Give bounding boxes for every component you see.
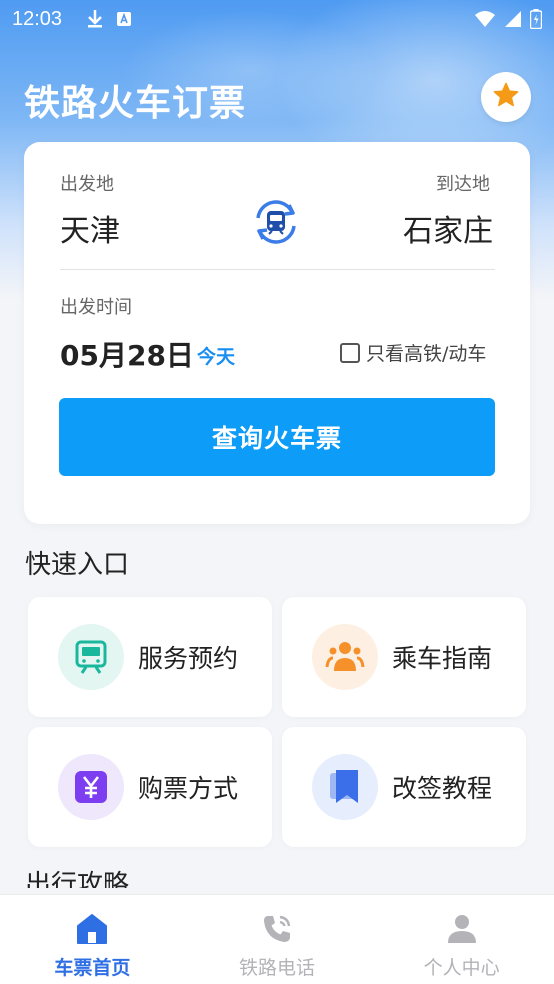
quick-entry-title: 快速入口 [25, 550, 130, 580]
tile-label: 购票方式 [138, 774, 239, 803]
swap-stations-button[interactable] [250, 198, 302, 250]
to-city[interactable]: 石家庄 [403, 206, 493, 250]
passenger-group-icon [312, 624, 378, 690]
hsr-only-filter[interactable]: 只看高铁/动车 [340, 339, 486, 366]
nav-profile[interactable]: 个人中心 [369, 895, 554, 984]
status-time: 12:03 [12, 7, 63, 30]
wifi-icon [474, 10, 496, 28]
phone-icon [261, 913, 293, 949]
today-badge: 今天 [197, 346, 236, 368]
divider [60, 269, 495, 270]
tile-label: 乘车指南 [392, 644, 493, 673]
nav-ticket-home[interactable]: 车票首页 [0, 895, 185, 984]
travel-tips-title: 出行攻略 [25, 870, 130, 888]
page-title: 铁路火车订票 [24, 83, 247, 124]
bookmark-icon [312, 754, 378, 820]
nav-railway-phone[interactable]: 铁路电话 [185, 895, 370, 984]
tile-ride-guide[interactable]: 乘车指南 [282, 597, 526, 717]
nav-label: 车票首页 [54, 957, 131, 979]
nav-label: 铁路电话 [239, 957, 316, 979]
nav-label: 个人中心 [423, 957, 500, 979]
status-bar: 12:03 [0, 0, 554, 38]
search-tickets-button[interactable]: 查询火车票 [59, 398, 495, 476]
to-label: 到达地 [436, 174, 490, 195]
favorites-button[interactable] [481, 72, 531, 122]
tile-rebooking-tutorial[interactable]: 改签教程 [282, 727, 526, 847]
hsr-only-label: 只看高铁/动车 [366, 343, 487, 365]
bottom-navigation: 车票首页 铁路电话 个人中心 [0, 894, 554, 984]
person-icon [446, 913, 478, 949]
tile-purchase-methods[interactable]: 购票方式 [28, 727, 272, 847]
ticket-search-card: 出发地 天津 到达地 石家庄 出发时间 05月28日 今天 只看高铁/动车 查询… [24, 142, 530, 524]
app-notification-icon [116, 11, 132, 27]
battery-icon [530, 9, 542, 29]
tile-service-booking[interactable]: 服务预约 [28, 597, 272, 717]
signal-icon [504, 10, 522, 28]
tile-label: 服务预约 [138, 644, 239, 673]
home-icon [75, 913, 109, 949]
from-label: 出发地 [60, 174, 114, 195]
download-icon [86, 9, 104, 29]
from-city[interactable]: 天津 [60, 206, 120, 250]
departure-date[interactable]: 05月28日 [60, 334, 194, 374]
train-screen-icon [58, 624, 124, 690]
hsr-only-checkbox[interactable] [340, 342, 360, 363]
swap-train-icon [250, 196, 302, 252]
tile-label: 改签教程 [392, 774, 493, 803]
star-icon [492, 81, 520, 113]
date-label: 出发时间 [60, 297, 132, 318]
yuan-icon [58, 754, 124, 820]
